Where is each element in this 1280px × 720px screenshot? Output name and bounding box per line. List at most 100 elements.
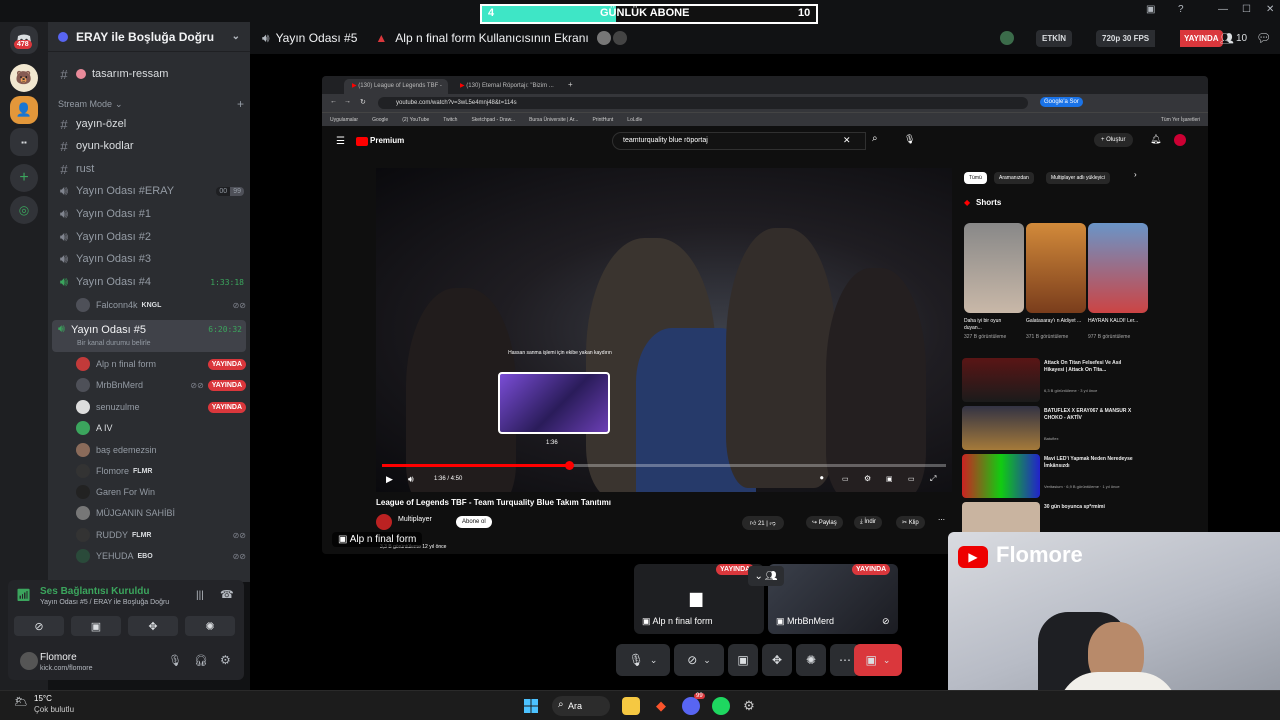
disconnect-icon[interactable]: ☎ (220, 588, 234, 601)
noise-suppression-icon[interactable]: ||| (196, 590, 204, 601)
back-icon[interactable]: ← (330, 98, 337, 105)
channel-rust[interactable]: # rust (56, 159, 244, 179)
participants-toggle[interactable]: ⌄ 👥︎ (748, 566, 784, 586)
add-channel-icon[interactable]: + (237, 97, 244, 111)
avatar[interactable] (596, 31, 611, 45)
voice-channel-3[interactable]: 🔊︎ Yayın Odası #3 (56, 249, 244, 269)
server-icon[interactable]: 👤 (10, 96, 38, 124)
all-bookmarks[interactable]: Tüm Yer İşaretleri (1161, 117, 1200, 123)
file-explorer-icon[interactable] (622, 697, 640, 715)
download-button[interactable]: ⤓ İndir (854, 516, 882, 529)
voice-status[interactable]: Ses Bağlantısı Kuruldu (40, 586, 149, 597)
avatar[interactable] (376, 514, 392, 530)
soundboard-button[interactable]: ✺ (185, 616, 235, 636)
video-player[interactable]: Hassan sanma işlemi için ekibe yakan kay… (376, 168, 952, 492)
create-button[interactable]: + Oluştur (1094, 133, 1133, 147)
youtube-logo-icon[interactable] (356, 137, 368, 146)
bookmark[interactable]: Bursa Üniversite | Ar... (529, 117, 578, 123)
inbox-icon[interactable]: ▣ (1146, 4, 1155, 15)
browser-tab[interactable]: ▶ (130) League of Legends TBF - (344, 79, 448, 94)
help-icon[interactable]: ? (1178, 4, 1184, 15)
fullscreen-icon[interactable]: ⤢ (930, 474, 936, 484)
youtube-logo-text[interactable]: Premium (370, 136, 404, 145)
voice-location[interactable]: Yayın Odası #5 / ERAY ile Boşluğa Doğru (40, 599, 169, 606)
subtitles-icon[interactable]: ▭ (842, 475, 849, 483)
clear-search-icon[interactable]: ✕ (843, 135, 851, 146)
microphone-icon[interactable]: 🎙︎ (904, 134, 915, 145)
notifications-icon[interactable]: 🔔︎ (1150, 134, 1161, 145)
more-icon[interactable]: ⋯ (938, 516, 945, 524)
weather-desc[interactable]: Çok bulutlu (34, 705, 74, 714)
clip-button[interactable]: ✂ Klip (896, 516, 925, 529)
discover-icon[interactable]: ◎ (10, 196, 38, 224)
channel-status[interactable]: Bir kanal durumu belirle (77, 340, 151, 347)
theater-icon[interactable]: ▭ (908, 475, 915, 483)
steam-icon[interactable]: ⚙ (740, 697, 758, 715)
related-video[interactable]: BATUFLEX X ERAY067 & MANSUR X CHOKO - AK… (962, 406, 1142, 450)
avatar[interactable] (20, 652, 38, 670)
channel-tasarim-ressam[interactable]: # tasarım-ressam (56, 64, 244, 84)
play-icon[interactable]: ▶ (386, 474, 393, 485)
forward-icon[interactable]: → (344, 98, 351, 105)
server-folder-icon[interactable]: ▪▪ (10, 128, 38, 156)
bookmark[interactable]: (2) YouTube (402, 117, 429, 123)
related-video[interactable]: Mavi LED'i Yapmak Neden Neredeyse İmkâns… (962, 454, 1142, 498)
avatar[interactable] (612, 31, 627, 45)
miniplayer-icon[interactable]: ▣ (886, 475, 893, 483)
channel-name[interactable]: Multiplayer (398, 516, 432, 523)
menu-icon[interactable]: ☰ (336, 136, 345, 147)
spotify-icon[interactable] (712, 697, 730, 715)
subscribe-button[interactable]: Abone ol (456, 516, 492, 528)
related-video[interactable]: Attack On Titan Felsefesi Ve Asıl Hikaye… (962, 358, 1142, 402)
short-thumbnail[interactable] (1088, 223, 1148, 313)
search-icon[interactable]: ⌕ (872, 133, 878, 144)
volume-icon[interactable]: 🔊︎ (408, 474, 414, 485)
channel-yayin-ozel[interactable]: # yayın-özel (56, 114, 244, 134)
settings-gear-icon[interactable]: ⚙ (220, 653, 231, 667)
voice-user[interactable]: YEHUDA EBO ⊘⊘ (76, 546, 246, 566)
voice-user[interactable]: Garen For Win (76, 482, 246, 502)
discord-icon[interactable] (682, 697, 700, 715)
progress-handle[interactable] (564, 461, 574, 470)
screen-share-button[interactable]: ▣ (728, 644, 758, 676)
voice-channel-1[interactable]: 🔊︎ Yayın Odası #1 (56, 204, 244, 224)
short-thumbnail[interactable] (964, 223, 1024, 313)
activity-badge[interactable]: ETKİN (1036, 29, 1072, 47)
progress-bar[interactable] (382, 461, 946, 470)
bookmark[interactable]: Uygulamalar (330, 117, 358, 123)
autoplay-toggle[interactable]: ⏺ (820, 475, 824, 483)
maximize-icon[interactable]: ☐ (1242, 4, 1251, 15)
close-icon[interactable]: ✕ (1266, 4, 1274, 15)
participant-tile[interactable]: YAYINDA ▣ MrbBnMerd ⊘ (768, 564, 898, 634)
chip[interactable]: Tümü (964, 172, 987, 184)
chip[interactable]: Aramanızdan (994, 172, 1034, 184)
headphones-icon[interactable]: 🎧︎ (194, 654, 208, 667)
chat-icon[interactable]: 💬︎ (1256, 31, 1271, 45)
activities-button[interactable]: ✥ (762, 644, 792, 676)
bookmark[interactable]: PrintHunt (592, 117, 613, 123)
voice-channel-5-active[interactable]: 🔊︎ Yayın Odası #5 6:20:32 Bir kanal duru… (52, 320, 246, 352)
like-button[interactable]: 👍︎ 21 | 👎︎ (742, 516, 784, 530)
server-header[interactable]: ERAY ile Boşluğa Doğru ⌄ (48, 22, 250, 52)
voice-channel-eray[interactable]: 🔊︎ Yayın Odası #ERAY 00 99 (56, 181, 244, 201)
category-stream-mode[interactable]: Stream Mode ⌄ + (56, 94, 244, 114)
weather-temp[interactable]: 15°C (34, 694, 52, 703)
minimize-icon[interactable]: — (1218, 4, 1228, 15)
channel-oyun-kodlar[interactable]: # oyun-kodlar (56, 136, 244, 156)
activities-button[interactable]: ✥ (128, 616, 178, 636)
add-server-icon[interactable]: + (10, 164, 38, 192)
voice-user[interactable]: A IV (76, 418, 246, 438)
new-tab-icon[interactable]: + (560, 79, 581, 94)
screen-share-button[interactable]: ▣ (71, 616, 121, 636)
weather-icon[interactable]: 🌥︎ (14, 695, 28, 708)
voice-user[interactable]: baş edemezsin (76, 440, 246, 460)
voice-channel-2[interactable]: 🔊︎ Yayın Odası #2 (56, 227, 244, 247)
voice-user[interactable]: RUDDY FLMR ⊘⊘ (76, 525, 246, 545)
taskbar-search[interactable]: ⌕ Ara (552, 696, 610, 716)
bookmark[interactable]: LoLdle (627, 117, 642, 123)
bookmark[interactable]: Twitch (443, 117, 457, 123)
avatar[interactable] (1174, 134, 1186, 146)
google-lens-button[interactable]: Google'a Sor (1040, 97, 1083, 107)
leave-call-button[interactable]: ▣ ⌄ (854, 644, 902, 676)
participant-tile[interactable]: YAYINDA ▆ ▣ Alp n final form ⌄ (634, 564, 764, 634)
